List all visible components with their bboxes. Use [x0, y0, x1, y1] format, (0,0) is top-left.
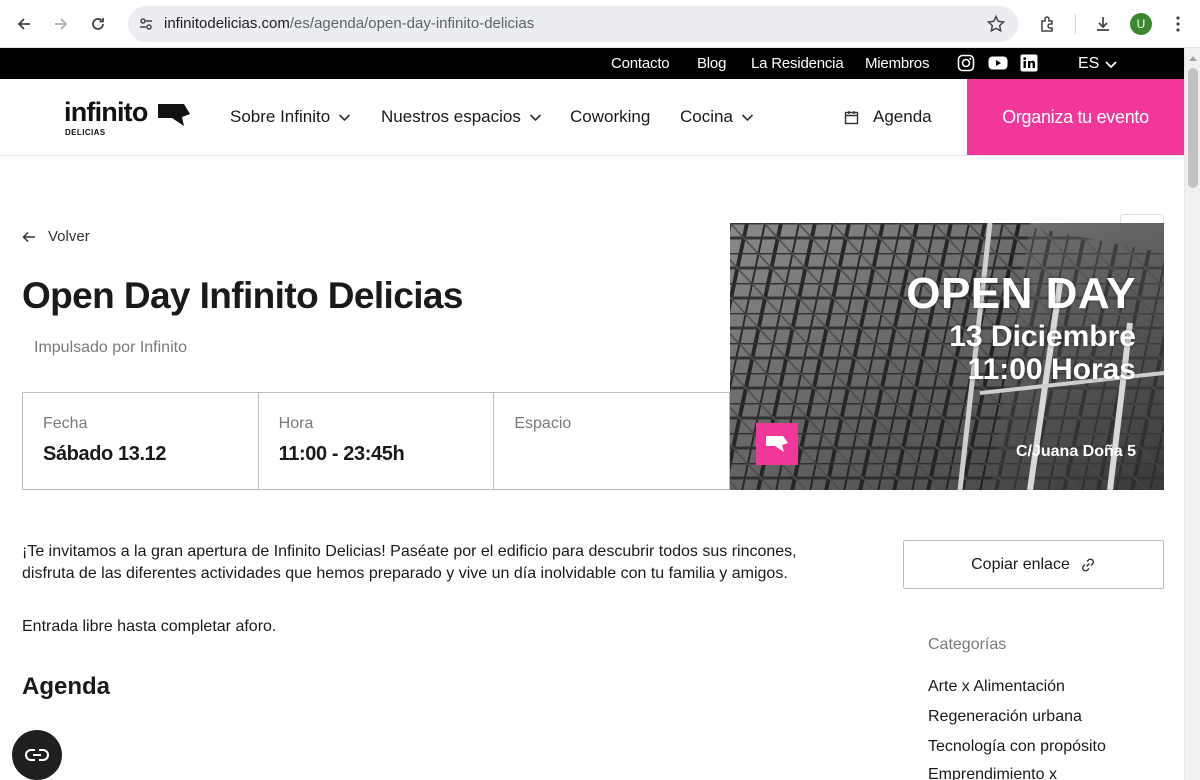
chevron-down-icon[interactable]: [1104, 57, 1118, 75]
nav-sobre-infinito[interactable]: Sobre Infinito: [230, 107, 351, 127]
logo-sub: DELICIAS: [65, 128, 106, 137]
info-value: Sábado 13.12: [43, 443, 167, 465]
forward-arrow-icon[interactable]: [47, 10, 75, 38]
event-hero-image: OPEN DAY 13 Diciembre 11:00 Horas C/Juan…: [730, 223, 1164, 490]
topbar-link-contacto[interactable]: Contacto: [611, 55, 670, 72]
hero-address: C/Juana Doña 5: [1015, 443, 1136, 460]
site-logo[interactable]: infinito DELICIAS: [64, 97, 194, 139]
back-link[interactable]: Volver: [22, 228, 90, 245]
topbar-link-blog[interactable]: Blog: [697, 55, 726, 72]
nav-label: Sobre Infinito: [230, 107, 331, 126]
agenda-heading: Agenda: [22, 673, 111, 700]
browser-toolbar: infinitodelicias.com/es/agenda/open-day-…: [0, 0, 1200, 48]
toolbar-divider: [1075, 14, 1076, 34]
url-text: infinitodelicias.com/es/agenda/open-day-…: [164, 15, 535, 32]
chevron-down-icon: [529, 113, 541, 121]
organize-event-button[interactable]: Organiza tu evento: [967, 79, 1184, 155]
site-settings-icon[interactable]: [136, 14, 156, 34]
info-label: Hora: [278, 415, 314, 432]
copy-link-label: Copiar enlace: [971, 555, 1070, 573]
nav-nuestros-espacios[interactable]: Nuestros espacios: [381, 107, 542, 127]
nav-coworking[interactable]: Coworking: [570, 107, 650, 127]
event-info-table: Fecha Sábado 13.12 Hora 11:00 - 23:45h E…: [22, 392, 730, 490]
info-label: Fecha: [43, 415, 88, 432]
browser-menu-icon[interactable]: [1164, 10, 1192, 38]
info-label: Espacio: [514, 415, 572, 432]
cookie-consent-icon: [25, 749, 49, 761]
category-item[interactable]: Regeneración urbana: [928, 708, 1082, 726]
linkedin-icon[interactable]: [1020, 54, 1038, 72]
cookie-settings-button[interactable]: [12, 730, 62, 780]
profile-initial: U: [1130, 13, 1152, 35]
info-cell-fecha: Fecha Sábado 13.12: [23, 393, 259, 489]
youtube-icon[interactable]: [988, 54, 1008, 72]
scrollbar-thumb[interactable]: [1188, 68, 1198, 188]
category-item[interactable]: Arte x Alimentación: [928, 678, 1065, 696]
entry-note: Entrada libre hasta completar aforo.: [22, 618, 277, 635]
chevron-down-icon: [741, 113, 753, 121]
profile-avatar[interactable]: U: [1127, 10, 1155, 38]
info-cell-espacio: Espacio: [494, 393, 729, 489]
category-item[interactable]: Tecnología con propósito: [928, 738, 1106, 756]
reload-icon[interactable]: [84, 10, 112, 38]
page-title: Open Day Infinito Delicias: [22, 275, 463, 316]
instagram-icon[interactable]: [957, 54, 975, 72]
nav-label: Cocina: [680, 107, 733, 126]
topbar-link-residencia[interactable]: La Residencia: [751, 55, 844, 72]
logo-flag-icon: [158, 104, 190, 126]
copy-link-button[interactable]: Copiar enlace: [903, 540, 1164, 589]
info-cell-hora: Hora 11:00 - 23:45h: [259, 393, 495, 489]
nav-label: Nuestros espacios: [381, 107, 521, 126]
hero-time: 11:00 Horas: [967, 353, 1136, 386]
info-value: 11:00 - 23:45h: [278, 443, 405, 465]
page-scrollbar[interactable]: [1184, 48, 1200, 780]
brand-badge-icon: [756, 423, 798, 465]
back-label: Volver: [48, 228, 90, 245]
hero-heading: OPEN DAY: [906, 269, 1136, 318]
hero-date: 13 Diciembre: [949, 320, 1136, 353]
address-bar[interactable]: infinitodelicias.com/es/agenda/open-day-…: [128, 6, 1018, 42]
back-arrow-icon[interactable]: [10, 10, 38, 38]
logo-word: infinito: [64, 97, 148, 127]
event-organizer: Impulsado por Infinito: [34, 339, 187, 356]
nav-agenda[interactable]: Agenda: [844, 107, 932, 127]
nav-cocina[interactable]: Cocina: [680, 107, 754, 127]
category-item[interactable]: Emprendimiento x: [928, 766, 1057, 780]
extensions-icon[interactable]: [1034, 10, 1062, 38]
main-header: infinito DELICIAS Sobre Infinito Nuestro…: [0, 79, 1184, 156]
categories-title: Categorías: [928, 636, 1007, 653]
nav-agenda-label: Agenda: [873, 107, 932, 126]
top-utility-bar: Contacto Blog La Residencia Miembros ES: [0, 48, 1184, 79]
link-icon: [1081, 557, 1094, 572]
scroll-up-arrow-icon[interactable]: [1189, 56, 1197, 61]
bookmark-star-icon[interactable]: [986, 14, 1006, 34]
event-description: ¡Te invitamos a la gran apertura de Infi…: [22, 543, 797, 582]
language-selector[interactable]: ES: [1078, 55, 1099, 73]
topbar-link-miembros[interactable]: Miembros: [865, 55, 929, 72]
nav-label: Coworking: [570, 107, 651, 126]
download-icon[interactable]: [1089, 10, 1117, 38]
chevron-down-icon: [339, 113, 351, 121]
arrow-left-icon: [22, 231, 35, 242]
calendar-icon: [844, 110, 859, 124]
